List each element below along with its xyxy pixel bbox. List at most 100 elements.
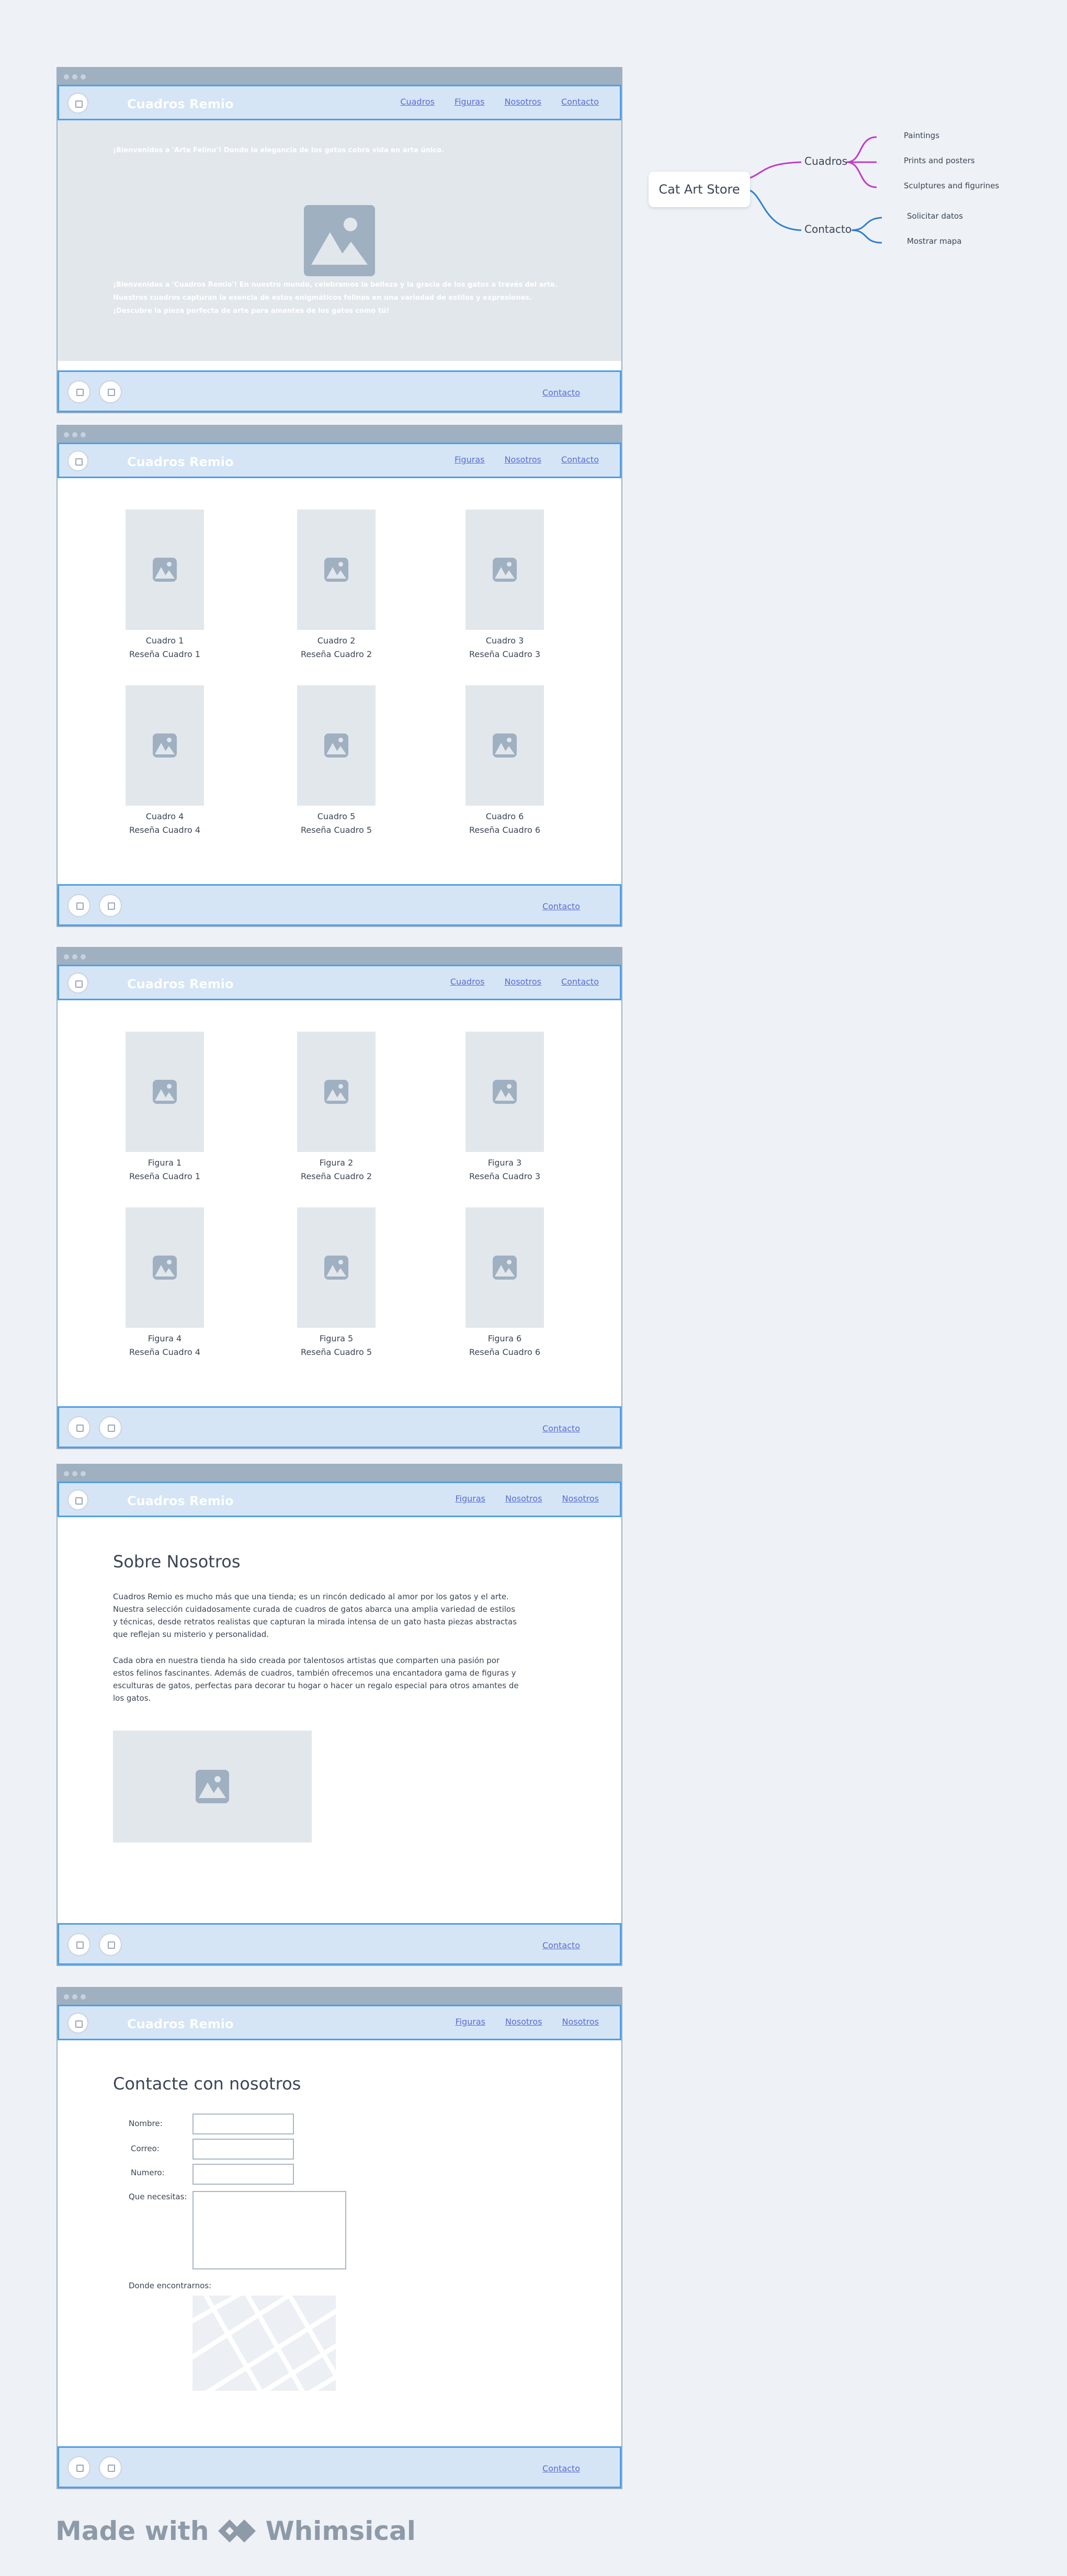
nav-link-figuras[interactable]: Figuras xyxy=(455,1494,485,1504)
mindmap-leaf: Solicitar datos xyxy=(907,211,963,221)
window-titlebar xyxy=(58,68,621,85)
product-caption: Cuadro 4 Reseña Cuadro 4 xyxy=(112,810,217,837)
nav-link-nosotros-2[interactable]: Nosotros xyxy=(562,2017,599,2027)
phone-field[interactable] xyxy=(192,2164,294,2185)
map-label: Donde encontrarnos: xyxy=(129,2281,212,2290)
product-caption: Cuadro 3 Reseña Cuadro 3 xyxy=(452,634,557,661)
nav-link-nosotros[interactable]: Nosotros xyxy=(505,2017,542,2027)
social-icon[interactable] xyxy=(67,1416,90,1439)
product-review: Reseña Cuadro 5 xyxy=(300,825,372,835)
social-icon[interactable] xyxy=(99,894,122,917)
social-icon[interactable] xyxy=(67,1933,90,1956)
hero-banner: ¡Bienvenidos a 'Arte Felino'! Donde la e… xyxy=(58,120,621,361)
footer-contact-link[interactable]: Contacto xyxy=(542,2464,580,2473)
site-footer: Contacto xyxy=(58,370,621,412)
mindmap-branch-contacto: Contacto xyxy=(804,223,852,235)
nav-link-figuras[interactable]: Figuras xyxy=(455,97,485,107)
mindmap-root: Cat Art Store xyxy=(649,172,750,207)
product-image[interactable] xyxy=(297,685,376,806)
home-wireframe: Cuadros Remio Cuadros Figuras Nosotros C… xyxy=(56,67,622,413)
name-field[interactable] xyxy=(192,2114,294,2134)
product-name[interactable]: Figura 3 xyxy=(452,1156,557,1170)
brand-name: Cuadros Remio xyxy=(127,97,234,111)
logo-icon[interactable] xyxy=(67,450,88,471)
product-caption: Figura 4 Reseña Cuadro 4 xyxy=(112,1332,217,1359)
social-icon[interactable] xyxy=(99,1416,122,1439)
nav-link-nosotros[interactable]: Nosotros xyxy=(504,977,541,987)
image-placeholder-icon xyxy=(324,1256,348,1280)
nav-link-cuadros[interactable]: Cuadros xyxy=(400,97,435,107)
product-name[interactable]: Cuadro 3 xyxy=(452,634,557,648)
product-image[interactable] xyxy=(126,1032,204,1152)
footer-contact-link[interactable]: Contacto xyxy=(542,901,580,911)
product-name[interactable]: Figura 5 xyxy=(284,1332,389,1346)
product-image[interactable] xyxy=(297,1207,376,1328)
nav-link-nosotros[interactable]: Nosotros xyxy=(505,1494,542,1504)
product-name[interactable]: Figura 6 xyxy=(452,1332,557,1346)
nav-link-figuras[interactable]: Figuras xyxy=(455,455,485,465)
product-image[interactable] xyxy=(126,510,204,630)
product-name[interactable]: Cuadro 1 xyxy=(112,634,217,648)
image-placeholder-icon xyxy=(196,1770,229,1803)
nav-link-contacto[interactable]: Contacto xyxy=(561,97,599,107)
product-image[interactable] xyxy=(466,1032,544,1152)
footer-contact-link[interactable]: Contacto xyxy=(542,388,580,398)
logo-icon[interactable] xyxy=(67,1489,88,1510)
watermark-brand: Whimsical xyxy=(265,2516,416,2546)
product-caption: Cuadro 1 Reseña Cuadro 1 xyxy=(112,634,217,661)
phone-label: Numero: xyxy=(131,2168,165,2177)
product-caption: Figura 2 Reseña Cuadro 2 xyxy=(284,1156,389,1183)
product-image[interactable] xyxy=(297,1032,376,1152)
image-placeholder-icon xyxy=(324,558,348,582)
product-image[interactable] xyxy=(126,1207,204,1328)
image-placeholder-icon xyxy=(493,558,517,582)
window-titlebar xyxy=(58,1988,621,2005)
product-name[interactable]: Cuadro 5 xyxy=(284,810,389,823)
product-image[interactable] xyxy=(297,510,376,630)
needs-textarea[interactable] xyxy=(192,2191,346,2269)
social-icon[interactable] xyxy=(67,894,90,917)
social-icon[interactable] xyxy=(67,380,90,403)
whimsical-logo-icon xyxy=(218,2519,256,2543)
nav-link-nosotros[interactable]: Nosotros xyxy=(504,97,541,107)
logo-icon[interactable] xyxy=(67,973,88,993)
social-icon[interactable] xyxy=(99,380,122,403)
main-nav: Figuras Nosotros Nosotros xyxy=(455,2017,599,2027)
location-map[interactable] xyxy=(192,2296,336,2391)
social-icon[interactable] xyxy=(99,2456,122,2479)
product-caption: Figura 6 Reseña Cuadro 6 xyxy=(452,1332,557,1359)
product-name[interactable]: Cuadro 2 xyxy=(284,634,389,648)
main-nav: Figuras Nosotros Nosotros xyxy=(455,1494,599,1504)
image-placeholder-icon xyxy=(324,1080,348,1104)
nav-link-contacto[interactable]: Contacto xyxy=(561,455,599,465)
nav-link-cuadros[interactable]: Cuadros xyxy=(450,977,485,987)
window-titlebar xyxy=(58,426,621,443)
email-field[interactable] xyxy=(192,2139,294,2160)
about-paragraph-2: Cada obra en nuestra tienda ha sido crea… xyxy=(113,1656,519,1703)
product-name[interactable]: Cuadro 4 xyxy=(112,810,217,823)
footer-contact-link[interactable]: Contacto xyxy=(542,1423,580,1433)
product-name[interactable]: Cuadro 6 xyxy=(452,810,557,823)
main-nav: Cuadros Nosotros Contacto xyxy=(450,977,599,987)
product-image[interactable] xyxy=(466,510,544,630)
product-image[interactable] xyxy=(126,685,204,806)
product-name[interactable]: Figura 2 xyxy=(284,1156,389,1170)
nav-link-nosotros[interactable]: Nosotros xyxy=(504,455,541,465)
product-review: Reseña Cuadro 1 xyxy=(129,649,200,659)
logo-icon[interactable] xyxy=(67,93,88,114)
footer-contact-link[interactable]: Contacto xyxy=(542,1940,580,1950)
logo-icon[interactable] xyxy=(67,2013,88,2033)
image-placeholder-icon xyxy=(324,733,348,758)
product-name[interactable]: Figura 1 xyxy=(112,1156,217,1170)
image-placeholder-icon xyxy=(153,733,177,758)
social-icon[interactable] xyxy=(99,1933,122,1956)
brand-name: Cuadros Remio xyxy=(127,2017,234,2031)
product-image[interactable] xyxy=(466,1207,544,1328)
social-icon[interactable] xyxy=(67,2456,90,2479)
nav-link-contacto[interactable]: Contacto xyxy=(561,977,599,987)
nav-link-figuras[interactable]: Figuras xyxy=(455,2017,485,2027)
nav-link-nosotros-2[interactable]: Nosotros xyxy=(562,1494,599,1504)
product-image[interactable] xyxy=(466,685,544,806)
product-name[interactable]: Figura 4 xyxy=(112,1332,217,1346)
window-titlebar xyxy=(58,948,621,965)
